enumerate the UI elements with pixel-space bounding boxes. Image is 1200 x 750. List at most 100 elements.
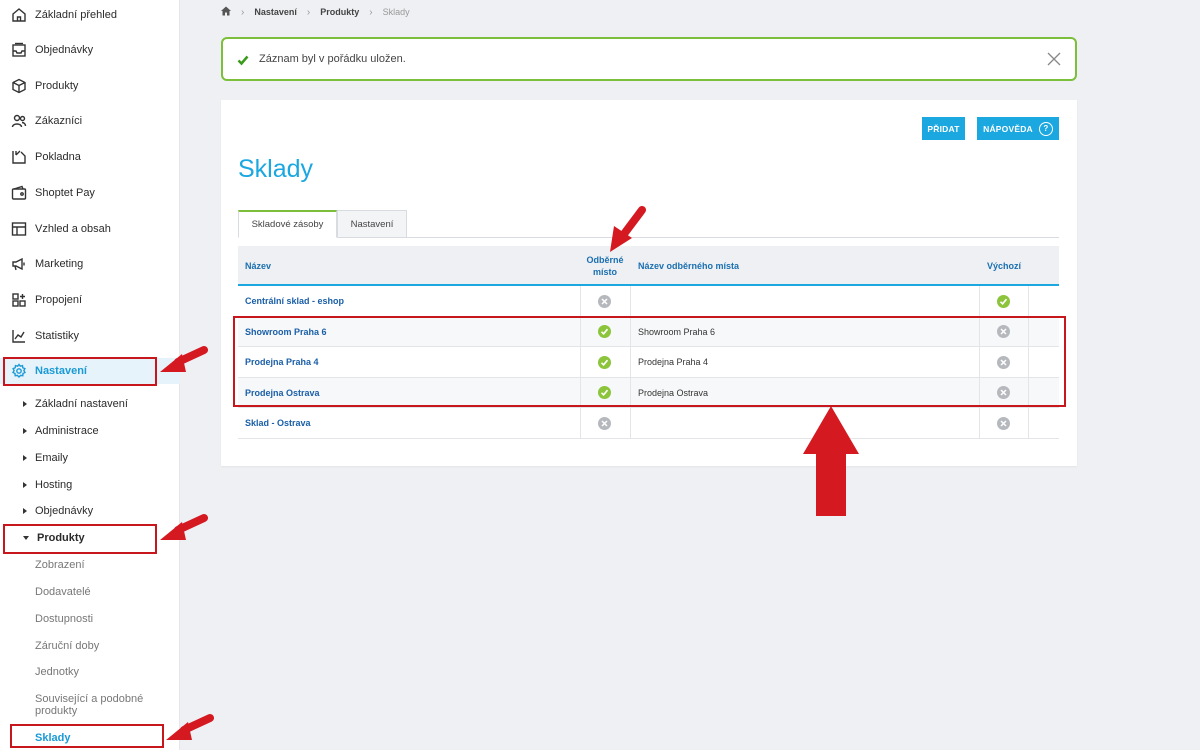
sidebar-item-label: Shoptet Pay	[35, 187, 95, 199]
settings-sub-hosting[interactable]: Hosting	[0, 474, 180, 496]
column-divider	[979, 408, 980, 438]
home-icon[interactable]	[221, 6, 231, 18]
warehouse-name-link[interactable]: Centrální sklad - eshop	[245, 286, 344, 316]
alert-message: Záznam byl v pořádku uložen.	[259, 53, 406, 65]
warehouses-card: PŘIDAT NÁPOVĚDA ? Sklady Skladové zásoby…	[221, 100, 1077, 466]
arrow-annotation	[610, 206, 646, 252]
table-row[interactable]: Sklad - Ostrava	[238, 408, 1059, 439]
check-icon	[237, 53, 249, 66]
tab-stock[interactable]: Skladové zásoby	[238, 210, 337, 238]
caret-right-icon	[23, 508, 27, 514]
breadcrumb: › Nastavení › Produkty › Sklady	[221, 5, 410, 19]
sidebar-item-products[interactable]: Produkty	[0, 73, 180, 99]
x-circle-icon	[598, 294, 611, 308]
arrow-annotation	[160, 514, 208, 540]
add-button[interactable]: PŘIDAT	[922, 117, 965, 140]
products-sub-suppliers[interactable]: Dodavatelé	[35, 586, 175, 598]
column-divider	[1028, 408, 1029, 438]
highlight-box	[233, 316, 1066, 407]
page-title: Sklady	[238, 155, 314, 183]
warehouse-name-link[interactable]: Sklad - Ostrava	[245, 408, 311, 438]
column-divider	[580, 408, 581, 438]
column-divider	[580, 286, 581, 316]
highlight-box	[3, 357, 157, 386]
breadcrumb-item[interactable]: Nastavení	[254, 7, 297, 17]
sub-item-label: Základní nastavení	[35, 398, 128, 410]
tab-settings[interactable]: Nastavení	[337, 210, 407, 238]
table-row[interactable]: Centrální sklad - eshop	[238, 286, 1059, 317]
arrow-annotation	[166, 714, 214, 740]
sidebar-item-label: Pokladna	[35, 151, 81, 163]
sidebar-item-label: Zákazníci	[35, 115, 83, 127]
sub-item-label: Hosting	[35, 479, 73, 491]
column-divider	[630, 286, 631, 316]
inbox-icon	[11, 42, 27, 58]
help-button-label: NÁPOVĚDA	[983, 123, 1033, 134]
products-sub-warranty[interactable]: Záruční doby	[35, 640, 175, 652]
table-header: Název Odběrné místo Název odběrného míst…	[238, 246, 1059, 286]
products-sub-units[interactable]: Jednotky	[35, 666, 175, 678]
chevron-right-icon: ›	[306, 6, 311, 18]
settings-sub-administration[interactable]: Administrace	[0, 420, 180, 442]
sidebar-item-label: Vzhled a obsah	[35, 223, 111, 235]
success-alert: Záznam byl v pořádku uložen.	[221, 37, 1077, 81]
question-icon: ?	[1038, 121, 1053, 136]
sidebar-item-marketing[interactable]: Marketing	[0, 251, 180, 277]
sidebar-item-customers[interactable]: Zákazníci	[0, 108, 180, 134]
chevron-right-icon: ›	[241, 6, 245, 18]
help-button[interactable]: NÁPOVĚDA ?	[977, 117, 1059, 140]
pickup-status	[598, 408, 611, 438]
layout-icon	[11, 221, 27, 237]
tab-bar: Skladové zásoby Nastavení	[238, 210, 1059, 238]
column-header-pickup-name[interactable]: Název odběrného místa	[638, 246, 739, 286]
default-status	[997, 286, 1010, 316]
products-sub-availability[interactable]: Dostupnosti	[35, 613, 175, 625]
settings-sub-orders[interactable]: Objednávky	[0, 500, 180, 522]
chevron-right-icon: ›	[369, 6, 373, 18]
check-circle-icon	[997, 294, 1010, 308]
caret-right-icon	[23, 401, 27, 407]
sidebar-item-label: Marketing	[35, 258, 84, 270]
settings-sub-basic[interactable]: Základní nastavení	[0, 393, 180, 415]
column-divider	[630, 408, 631, 438]
products-sub-display[interactable]: Zobrazení	[35, 559, 175, 571]
sidebar-item-label: Základní přehled	[35, 9, 117, 21]
sidebar-item-overview[interactable]: Základní přehled	[0, 2, 180, 28]
home-icon	[11, 7, 27, 23]
sub-item-label: Administrace	[35, 425, 99, 437]
sidebar-item-integrations[interactable]: Propojení	[0, 287, 180, 313]
sidebar-item-label: Produkty	[35, 80, 79, 92]
sub-item-label: Objednávky	[35, 505, 94, 517]
sidebar-item-label: Statistiky	[35, 330, 80, 342]
settings-sub-emails[interactable]: Emaily	[0, 447, 180, 469]
sidebar-item-orders[interactable]: Objednávky	[0, 37, 180, 63]
breadcrumb-current: Sklady	[382, 7, 410, 17]
breadcrumb-item[interactable]: Produkty	[320, 7, 359, 17]
x-circle-icon	[598, 416, 611, 430]
sidebar-item-statistics[interactable]: Statistiky	[0, 323, 180, 349]
highlight-box	[3, 524, 157, 554]
column-header-default[interactable]: Výchozí	[980, 246, 1028, 286]
users-icon	[11, 113, 27, 129]
register-icon	[11, 149, 27, 165]
column-header-name[interactable]: Název	[245, 246, 271, 286]
plugin-icon	[11, 292, 27, 308]
sidebar-item-label: Objednávky	[35, 44, 94, 56]
column-divider	[1028, 286, 1029, 316]
sidebar-item-register[interactable]: Pokladna	[0, 144, 180, 170]
sidebar-item-appearance[interactable]: Vzhled a obsah	[0, 216, 180, 242]
arrow-annotation	[803, 406, 859, 516]
sub-item-label: Emaily	[35, 452, 69, 464]
sidebar-item-shoptet-pay[interactable]: Shoptet Pay	[0, 180, 180, 206]
highlight-box	[10, 724, 164, 748]
products-sub-related[interactable]: Související a podobné produkty	[35, 693, 175, 717]
sidebar-item-label: Propojení	[35, 294, 83, 306]
chart-icon	[11, 328, 27, 344]
caret-right-icon	[23, 482, 27, 488]
wallet-icon	[11, 185, 27, 201]
caret-right-icon	[23, 455, 27, 461]
x-circle-icon	[997, 416, 1010, 430]
caret-right-icon	[23, 428, 27, 434]
megaphone-icon	[11, 256, 27, 272]
close-icon[interactable]	[1047, 52, 1061, 66]
